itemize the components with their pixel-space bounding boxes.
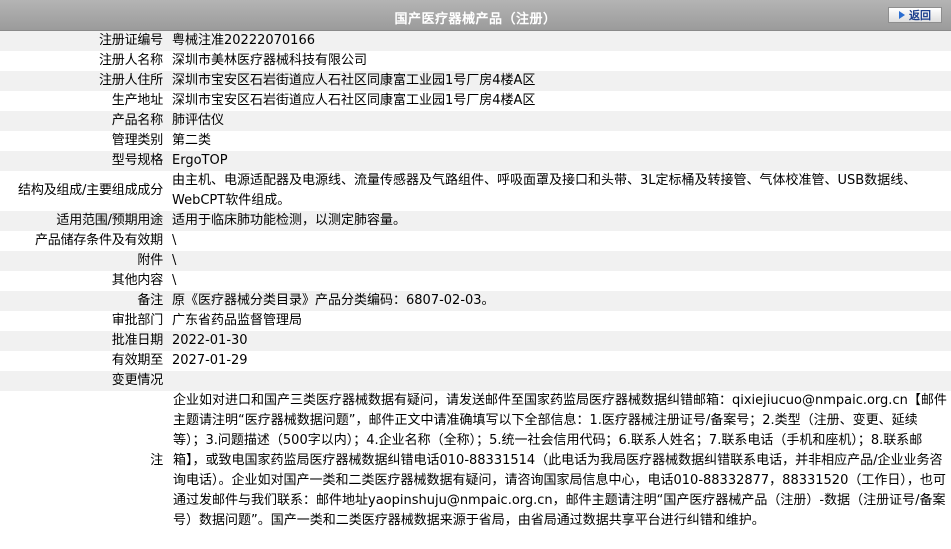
table-row: 备注 原《医疗器械分类目录》产品分类编码：6807-02-03。 <box>0 291 951 311</box>
page-title: 国产医疗器械产品（注册） <box>394 12 557 27</box>
field-label: 备注 <box>0 291 169 311</box>
field-value: 适用于临床肺功能检测，以测定肺容量。 <box>169 211 951 231</box>
back-arrow-icon <box>899 11 905 19</box>
field-value: 肺评估仪 <box>169 111 951 131</box>
field-label: 型号规格 <box>0 151 169 171</box>
field-label: 其他内容 <box>0 271 169 291</box>
field-value: 由主机、电源适配器及电源线、流量传感器及气路组件、呼吸面罩及接口和头带、3L定标… <box>169 171 951 211</box>
note-label: 注 <box>0 391 169 531</box>
table-row: 批准日期 2022-01-30 <box>0 331 951 351</box>
field-value: \ <box>169 251 951 271</box>
table-row: 注企业如对进口和国产三类医疗器械数据有疑问，请发送邮件至国家药监局医疗器械数据纠… <box>0 391 951 531</box>
field-value: \ <box>169 231 951 251</box>
field-label: 注册人住所 <box>0 71 169 91</box>
detail-table: 注册证编号 粤械注准20222070166 注册人名称 深圳市美林医疗器械科技有限公… <box>0 31 951 531</box>
field-label: 注册证编号 <box>0 31 169 51</box>
field-value: 深圳市宝安区石岩街道应人石社区同康富工业园1号厂房4楼A区 <box>169 71 951 91</box>
field-value: 原《医疗器械分类目录》产品分类编码：6807-02-03。 <box>169 291 951 311</box>
field-label: 产品储存条件及有效期 <box>0 231 169 251</box>
field-value: 深圳市美林医疗器械科技有限公司 <box>169 51 951 71</box>
field-label: 审批部门 <box>0 311 169 331</box>
table-row: 型号规格 ErgoTOP <box>0 151 951 171</box>
field-value: 广东省药品监督管理局 <box>169 311 951 331</box>
table-row: 管理类别 第二类 <box>0 131 951 151</box>
field-value <box>169 371 951 391</box>
field-label: 注册人名称 <box>0 51 169 71</box>
field-label: 管理类别 <box>0 131 169 151</box>
field-value: ErgoTOP <box>169 151 951 171</box>
field-label: 批准日期 <box>0 331 169 351</box>
page-header: 国产医疗器械产品（注册） 返回 <box>0 0 951 31</box>
table-row: 有效期至 2027-01-29 <box>0 351 951 371</box>
table-row: 结构及组成/主要组成成分 由主机、电源适配器及电源线、流量传感器及气路组件、呼吸面… <box>0 171 951 211</box>
field-value: \ <box>169 271 951 291</box>
table-row: 产品储存条件及有效期 \ <box>0 231 951 251</box>
field-label: 适用范围/预期用途 <box>0 211 169 231</box>
table-row: 产品名称 肺评估仪 <box>0 111 951 131</box>
back-button[interactable]: 返回 <box>888 7 942 23</box>
field-value: 深圳市宝安区石岩街道应人石社区同康富工业园1号厂房4楼A区 <box>169 91 951 111</box>
field-label: 变更情况 <box>0 371 169 391</box>
field-value: 2022-01-30 <box>169 331 951 351</box>
table-row: 注册证编号 粤械注准20222070166 <box>0 31 951 51</box>
table-row: 附件 \ <box>0 251 951 271</box>
field-label: 结构及组成/主要组成成分 <box>0 171 169 211</box>
field-value: 粤械注准20222070166 <box>169 31 951 51</box>
field-label: 产品名称 <box>0 111 169 131</box>
table-row: 注册人名称 深圳市美林医疗器械科技有限公司 <box>0 51 951 71</box>
field-label: 附件 <box>0 251 169 271</box>
notice-text: 企业如对进口和国产三类医疗器械数据有疑问，请发送邮件至国家药监局医疗器械数据纠错… <box>169 391 951 531</box>
back-button-label: 返回 <box>909 9 931 22</box>
field-value: 第二类 <box>169 131 951 151</box>
field-label: 生产地址 <box>0 91 169 111</box>
table-row: 适用范围/预期用途 适用于临床肺功能检测，以测定肺容量。 <box>0 211 951 231</box>
table-row: 注册人住所 深圳市宝安区石岩街道应人石社区同康富工业园1号厂房4楼A区 <box>0 71 951 91</box>
field-value: 2027-01-29 <box>169 351 951 371</box>
table-row: 审批部门 广东省药品监督管理局 <box>0 311 951 331</box>
field-label: 有效期至 <box>0 351 169 371</box>
table-row: 变更情况 <box>0 371 951 391</box>
table-row: 其他内容 \ <box>0 271 951 291</box>
table-row: 生产地址 深圳市宝安区石岩街道应人石社区同康富工业园1号厂房4楼A区 <box>0 91 951 111</box>
